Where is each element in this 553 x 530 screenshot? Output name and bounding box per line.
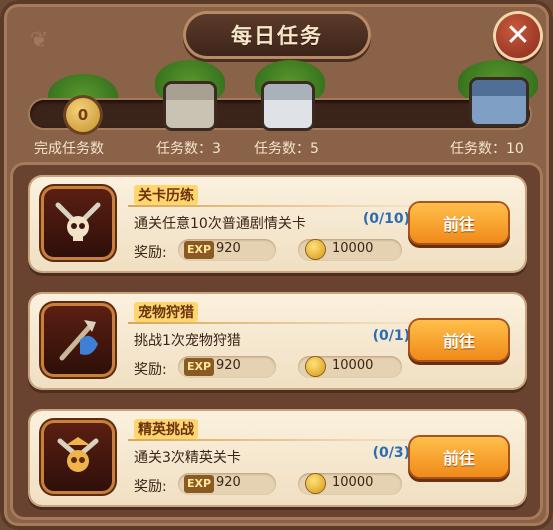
go-button[interactable]: 前往 (410, 203, 508, 243)
task-name: 宠物狩猎 (134, 302, 198, 322)
gold-value: 10000 (332, 241, 374, 256)
completed-count-label: 完成任务数 (34, 141, 104, 157)
milestone-label: 任务数：5 (254, 141, 319, 157)
exp-reward: EXP 920 (178, 473, 276, 495)
blue-chest-icon[interactable] (472, 80, 526, 124)
go-button[interactable]: 前往 (410, 320, 508, 360)
milestone-label: 任务数：3 (156, 141, 221, 157)
exp-reward: EXP 920 (178, 239, 276, 261)
divider (128, 205, 418, 207)
task-name: 关卡历练 (134, 185, 198, 205)
exp-value: 920 (216, 358, 241, 373)
exp-value: 920 (216, 475, 241, 490)
go-button-label: 前往 (442, 332, 475, 351)
task-description: 挑战1次宠物狩猎 (134, 333, 241, 349)
progress-counter: 0 (66, 98, 100, 132)
task-card: 宠物狩猎 挑战1次宠物狩猎 (0/1) 奖励: EXP 920 10000 前往 (30, 294, 525, 388)
close-button[interactable]: ✕ (496, 14, 540, 58)
exp-icon: EXP (184, 358, 215, 376)
reward-label: 奖励: (134, 245, 167, 261)
go-button-label: 前往 (442, 449, 475, 468)
gold-coin-icon (306, 474, 325, 493)
gold-reward: 10000 (298, 473, 402, 495)
exp-reward: EXP 920 (178, 356, 276, 378)
exp-value: 920 (216, 241, 241, 256)
task-card: 关卡历练 通关任意10次普通剧情关卡 (0/10) 奖励: EXP 920 10… (30, 177, 525, 271)
task-progress: (0/1) (372, 328, 410, 344)
gold-coin-icon (306, 357, 325, 376)
exp-icon: EXP (184, 475, 215, 493)
skull-crossed-axes-icon (44, 189, 112, 257)
exp-icon: EXP (184, 241, 215, 259)
decor-swirl-icon: ❦ (30, 28, 49, 53)
task-description: 通关任意10次普通剧情关卡 (134, 216, 306, 232)
daily-task-panel: ❦ 每日任务 ✕ 0 完成任务数 任务数：3 任务数：5 任务数：10 关卡历练… (0, 0, 553, 530)
task-card: 精英挑战 通关3次精英关卡 (0/3) 奖励: EXP 920 10000 前往 (30, 411, 525, 505)
close-icon: ✕ (505, 18, 531, 53)
gold-reward: 10000 (298, 239, 402, 261)
milestone-label: 任务数：10 (450, 141, 524, 157)
task-description: 通关3次精英关卡 (134, 450, 241, 466)
task-name: 精英挑战 (134, 419, 198, 439)
reward-label: 奖励: (134, 362, 167, 378)
pet-hunt-spear-icon (44, 306, 112, 374)
gold-value: 10000 (332, 358, 374, 373)
progress-current: 0 (77, 106, 89, 124)
gold-coin-icon (306, 240, 325, 259)
stone-chest-icon[interactable] (166, 84, 214, 128)
gold-value: 10000 (332, 475, 374, 490)
divider (128, 322, 418, 324)
go-button-label: 前往 (442, 215, 475, 234)
go-button[interactable]: 前往 (410, 437, 508, 477)
title-bar: 每日任务 (186, 14, 368, 56)
silver-chest-icon[interactable] (264, 84, 312, 128)
task-progress: (0/10) (362, 211, 410, 227)
reward-label: 奖励: (134, 479, 167, 495)
elite-skull-icon (44, 423, 112, 491)
task-progress: (0/3) (372, 445, 410, 461)
page-title: 每日任务 (231, 24, 323, 48)
divider (128, 439, 418, 441)
gold-reward: 10000 (298, 356, 402, 378)
